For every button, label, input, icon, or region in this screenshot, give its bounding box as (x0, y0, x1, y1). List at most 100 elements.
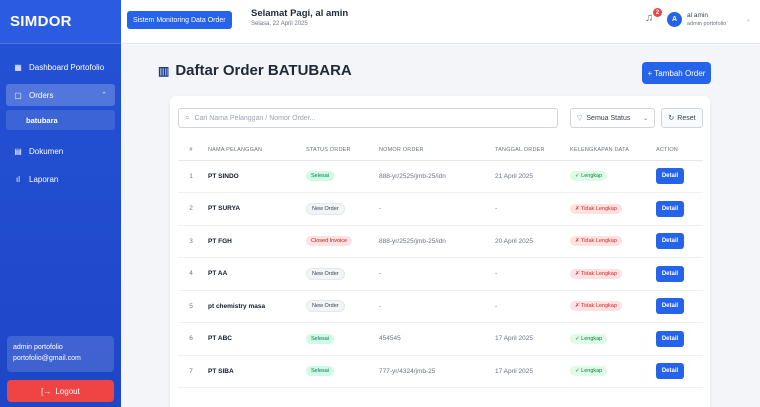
sidebar-item-label: Dashboard Portofolio (29, 62, 105, 72)
user-menu[interactable]: al amin admin portofolio (687, 11, 726, 29)
order-number: 888-yr/2525/jmb-25/idn (375, 160, 491, 193)
detail-button[interactable]: Detail (656, 330, 684, 347)
status-cell: New Order (302, 192, 375, 226)
status-filter-select[interactable]: ▽ Semua Status ⌄ (570, 108, 655, 128)
order-date: 17 April 2025 (491, 322, 566, 356)
order-number: 888-yr/2525/jmb-25/idn (375, 225, 491, 258)
search-input[interactable]: ⌕ Cari Nama Pelanggan / Nomor Order... (178, 108, 558, 128)
col-header-tanggal: TANGGAL ORDER (491, 140, 566, 161)
sidebar-item-dashboard[interactable]: ▦ Dashboard Portofolio (6, 56, 115, 78)
sidebar-item-laporan[interactable]: ıl Laporan (6, 168, 115, 190)
status-badge: New Order (306, 300, 345, 313)
completeness-cell: ✗ Tidak Lengkap (566, 225, 652, 258)
order-date: 17 April 2025 (491, 355, 566, 388)
status-badge: Selesai (306, 171, 335, 182)
status-badge: Selesai (306, 366, 335, 377)
status-cell: Closed Invoice (302, 225, 375, 258)
sidebar-item-label: Orders (29, 90, 54, 100)
action-cell: Detail (652, 322, 703, 356)
logout-button[interactable]: [→ Logout (7, 380, 114, 402)
status-cell: Selesai (302, 160, 375, 193)
status-cell: New Order (302, 257, 375, 291)
sidebar-item-label: Laporan (29, 174, 59, 184)
action-cell: Detail (652, 290, 703, 323)
chevron-down-icon[interactable]: ⌄ (746, 16, 751, 23)
sidebar-user-info: admin portofolio portofolio@gmail.com (7, 336, 114, 372)
status-filter-value: Semua Status (586, 114, 631, 122)
order-date: - (491, 192, 566, 226)
sidebar-user-name: admin portofolio (13, 344, 63, 351)
customer-name: PT FGH (204, 225, 302, 258)
logout-label: Logout (55, 386, 80, 396)
row-number: 3 (178, 225, 204, 258)
col-header-status: STATUS ORDER (302, 140, 375, 161)
row-number: 4 (178, 257, 204, 291)
search-icon: ⌕ (185, 113, 190, 122)
add-order-button[interactable]: + Tambah Order (642, 62, 711, 84)
chart-icon: ıl (16, 174, 20, 184)
col-header-nama: NAMA PELANGGAN (204, 140, 302, 161)
sidebar: SIMDOR ▦ Dashboard Portofolio ▢ Orders ⌃… (0, 0, 121, 407)
completeness-cell: ✗ Tidak Lengkap (566, 257, 652, 291)
chevron-down-icon: ⌄ (642, 115, 648, 122)
refresh-icon: ↻ (668, 115, 675, 122)
detail-button[interactable]: Detail (656, 363, 684, 380)
app-badge: Sistem Monitoring Data Order (127, 11, 232, 29)
order-number: - (375, 290, 491, 323)
completeness-badge: ✓ Lengkap (570, 171, 608, 182)
order-number: - (375, 257, 491, 291)
sidebar-item-dokumen[interactable]: ▤ Dokumen (6, 140, 115, 162)
status-badge: New Order (306, 267, 345, 280)
row-number: 5 (178, 290, 204, 323)
detail-button[interactable]: Detail (656, 200, 684, 217)
avatar[interactable]: A (667, 12, 682, 27)
status-badge: Closed Invoice (306, 236, 353, 247)
user-name: al amin (687, 12, 708, 19)
sidebar-nav: ▦ Dashboard Portofolio ▢ Orders ⌃ batuba… (0, 44, 121, 190)
sidebar-item-orders[interactable]: ▢ Orders ⌃ (6, 84, 115, 106)
customer-name: PT SURYA (204, 192, 302, 226)
action-cell: Detail (652, 192, 703, 226)
completeness-cell: ✗ Tidak Lengkap (566, 290, 652, 323)
orders-table: # NAMA PELANGGAN STATUS ORDER NOMOR ORDE… (178, 140, 703, 388)
status-cell: New Order (302, 290, 375, 323)
completeness-badge: ✗ Tidak Lengkap (570, 268, 622, 279)
sidebar-user-email: portofolio@gmail.com (13, 355, 81, 362)
completeness-badge: ✓ Lengkap (570, 333, 608, 344)
folder-icon: ▢ (14, 90, 22, 100)
sidebar-item-label: Dokumen (29, 146, 64, 156)
page-title-text: Daftar Order BATUBARA (175, 62, 352, 79)
bell-icon: ♫ (645, 12, 654, 24)
detail-button[interactable]: Detail (656, 168, 684, 185)
search-placeholder: Cari Nama Pelanggan / Nomor Order... (194, 114, 316, 122)
chevron-up-icon: ⌃ (101, 92, 107, 99)
clipboard-icon: ▥ (158, 63, 170, 78)
detail-button[interactable]: Detail (656, 265, 684, 282)
reset-button[interactable]: ↻ Reset (661, 108, 703, 128)
logout-icon: [→ (41, 386, 52, 396)
completeness-cell: ✓ Lengkap (566, 160, 652, 193)
row-number: 6 (178, 322, 204, 356)
table-row: 2 PT SURYA New Order - - ✗ Tidak Lengkap Detai… (178, 192, 703, 226)
completeness-badge: ✗ Tidak Lengkap (570, 203, 622, 214)
topbar: Sistem Monitoring Data Order Selamat Pag… (121, 0, 760, 44)
status-cell: Selesai (302, 322, 375, 356)
reset-label: Reset (677, 114, 696, 122)
sidebar-subitem-batubara[interactable]: batubara (6, 110, 115, 130)
notification-button[interactable]: ♫ 2 (645, 8, 662, 28)
detail-button[interactable]: Detail (656, 233, 684, 250)
brand-logo[interactable]: SIMDOR (0, 0, 121, 44)
orders-card: ⌕ Cari Nama Pelanggan / Nomor Order... ▽… (170, 96, 710, 407)
grid-icon: ▦ (14, 62, 22, 72)
table-header-row: # NAMA PELANGGAN STATUS ORDER NOMOR ORDE… (178, 140, 703, 161)
current-date: Selasa, 22 April 2025 (251, 21, 308, 27)
detail-button[interactable]: Detail (656, 298, 684, 315)
customer-name: PT AA (204, 257, 302, 291)
action-cell: Detail (652, 355, 703, 388)
page-title: ▥ Daftar Order BATUBARA (158, 62, 352, 79)
customer-name: pt chemistry masa (204, 290, 302, 323)
status-badge: New Order (306, 202, 345, 215)
order-date: 21 April 2025 (491, 160, 566, 193)
action-cell: Detail (652, 160, 703, 193)
order-number: 454545 (375, 322, 491, 356)
